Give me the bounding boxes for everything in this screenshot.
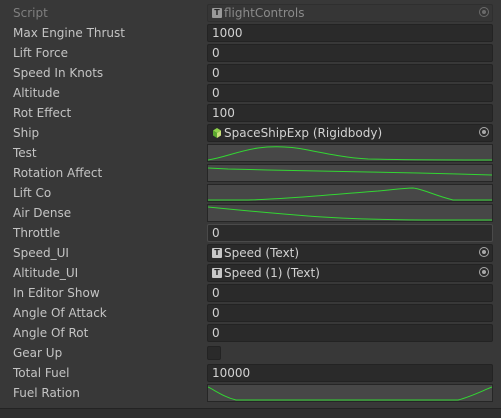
speed-in-knots-label: Speed In Knots — [13, 66, 104, 80]
rotation-affect-row: Rotation Affect — [0, 163, 501, 183]
lift-force-label: Lift Force — [13, 46, 69, 60]
speed-ui-object-field[interactable]: Speed (Text) — [207, 244, 493, 262]
script-field[interactable]: flightControls — [207, 4, 493, 22]
ship-row: Ship SpaceShipExp (Rigidbody) — [0, 123, 501, 143]
max-engine-thrust-label: Max Engine Thrust — [13, 26, 125, 40]
in-editor-show-input[interactable]: 0 — [207, 284, 493, 302]
inspector-panel: Script flightControls Max Engine Thrust … — [0, 3, 501, 403]
ship-object-field[interactable]: SpaceShipExp (Rigidbody) — [207, 124, 493, 142]
air-dense-label: Air Dense — [13, 206, 72, 220]
rot-effect-label: Rot Effect — [13, 106, 72, 120]
object-picker-icon[interactable] — [479, 127, 489, 137]
throttle-label: Throttle — [13, 226, 61, 240]
text-icon — [212, 248, 222, 258]
altitude-row: Altitude 0 — [0, 83, 501, 103]
angle-of-attack-value: 0 — [212, 306, 220, 320]
gear-up-checkbox[interactable] — [207, 346, 221, 360]
altitude-ui-value: Speed (1) (Text) — [224, 266, 320, 280]
rot-effect-row: Rot Effect 100 — [0, 103, 501, 123]
gear-up-row: Gear Up — [0, 343, 501, 363]
bottom-divider — [0, 408, 501, 418]
air-dense-curve-field[interactable] — [207, 204, 493, 222]
test-curve — [208, 146, 492, 161]
lift-force-input[interactable]: 0 — [207, 44, 493, 62]
altitude-value: 0 — [212, 86, 220, 100]
altitude-ui-row: Altitude_UI Speed (1) (Text) — [0, 263, 501, 283]
speed-ui-row: Speed_UI Speed (Text) — [0, 243, 501, 263]
lift-co-curve — [208, 187, 492, 201]
rotation-affect-label: Rotation Affect — [13, 166, 103, 180]
test-curve-field[interactable] — [207, 144, 493, 162]
script-value: flightControls — [224, 6, 305, 20]
air-dense-curve — [208, 206, 492, 221]
lift-force-row: Lift Force 0 — [0, 43, 501, 63]
lift-co-row: Lift Co — [0, 183, 501, 203]
angle-of-rot-label: Angle Of Rot — [13, 326, 89, 340]
speed-in-knots-value: 0 — [212, 66, 220, 80]
script-label: Script — [13, 6, 48, 20]
altitude-ui-label: Altitude_UI — [13, 266, 79, 280]
ship-label: Ship — [13, 126, 40, 140]
max-engine-thrust-row: Max Engine Thrust 1000 — [0, 23, 501, 43]
rotation-affect-curve-field[interactable] — [207, 164, 493, 182]
speed-ui-value: Speed (Text) — [224, 246, 300, 260]
speed-in-knots-input[interactable]: 0 — [207, 64, 493, 82]
speed-in-knots-row: Speed In Knots 0 — [0, 63, 501, 83]
total-fuel-row: Total Fuel 10000 — [0, 363, 501, 383]
throttle-row: Throttle 0 — [0, 223, 501, 243]
in-editor-show-label: In Editor Show — [13, 286, 100, 300]
lift-co-curve-field[interactable] — [207, 184, 493, 202]
object-picker-icon[interactable] — [479, 7, 489, 17]
altitude-label: Altitude — [13, 86, 60, 100]
script-file-icon — [212, 8, 222, 18]
rotation-affect-curve — [208, 167, 492, 176]
ship-value: SpaceShipExp (Rigidbody) — [224, 126, 383, 140]
total-fuel-value: 10000 — [212, 366, 251, 380]
max-engine-thrust-input[interactable]: 1000 — [207, 24, 493, 42]
rot-effect-value: 100 — [212, 106, 235, 120]
speed-ui-label: Speed_UI — [13, 246, 69, 260]
altitude-ui-object-field[interactable]: Speed (1) (Text) — [207, 264, 493, 282]
angle-of-rot-value: 0 — [212, 326, 220, 340]
in-editor-show-value: 0 — [212, 286, 220, 300]
object-picker-icon[interactable] — [479, 267, 489, 277]
fuel-ration-curve — [208, 386, 492, 401]
throttle-value: 0 — [212, 226, 220, 240]
angle-of-rot-input[interactable]: 0 — [207, 324, 493, 342]
fuel-ration-label: Fuel Ration — [13, 386, 80, 400]
rot-effect-input[interactable]: 100 — [207, 104, 493, 122]
air-dense-row: Air Dense — [0, 203, 501, 223]
angle-of-attack-label: Angle Of Attack — [13, 306, 107, 320]
angle-of-attack-input[interactable]: 0 — [207, 304, 493, 322]
object-picker-icon[interactable] — [479, 247, 489, 257]
test-label: Test — [13, 146, 37, 160]
total-fuel-label: Total Fuel — [13, 366, 70, 380]
test-row: Test — [0, 143, 501, 163]
lift-force-value: 0 — [212, 46, 220, 60]
text-icon — [212, 268, 222, 278]
in-editor-show-row: In Editor Show 0 — [0, 283, 501, 303]
throttle-input[interactable]: 0 — [207, 224, 493, 242]
total-fuel-input[interactable]: 10000 — [207, 364, 493, 382]
lift-co-label: Lift Co — [13, 186, 52, 200]
gameobject-icon — [213, 128, 221, 138]
fuel-ration-curve-field[interactable] — [207, 384, 493, 402]
max-engine-thrust-value: 1000 — [212, 26, 243, 40]
script-row: Script flightControls — [0, 3, 501, 23]
altitude-input[interactable]: 0 — [207, 84, 493, 102]
angle-of-attack-row: Angle Of Attack 0 — [0, 303, 501, 323]
gear-up-label: Gear Up — [13, 346, 63, 360]
fuel-ration-row: Fuel Ration — [0, 383, 501, 403]
angle-of-rot-row: Angle Of Rot 0 — [0, 323, 501, 343]
